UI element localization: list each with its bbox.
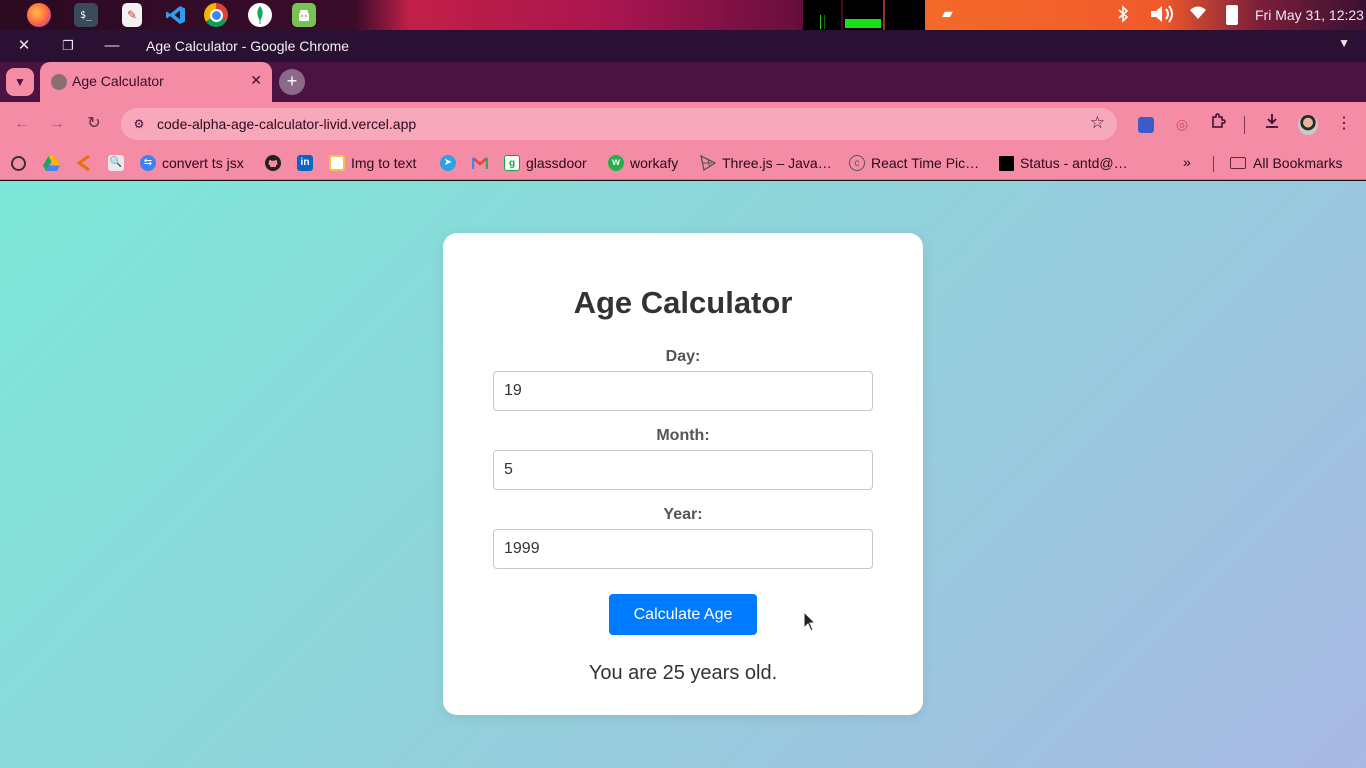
- image-to-text-icon: [329, 155, 345, 171]
- globe-icon: [51, 74, 67, 90]
- bookmarks-bar: 🔍 ⇆ convert ts jsx in Img to text ➤ g gl…: [0, 146, 1366, 180]
- extension-target-icon[interactable]: ◎: [1171, 113, 1193, 135]
- tab-age-calculator[interactable]: Age Calculator ✕: [40, 62, 272, 102]
- reading-list-icon[interactable]: [1135, 113, 1157, 135]
- bookmark-img-to-text[interactable]: Img to text: [329, 152, 416, 174]
- bookmark-gmail[interactable]: [472, 152, 488, 174]
- all-bookmarks-button[interactable]: All Bookmarks: [1230, 152, 1342, 174]
- threejs-icon: [700, 155, 716, 171]
- window-menu-chevron-icon[interactable]: ▼: [1338, 36, 1350, 50]
- profile-avatar[interactable]: [1297, 113, 1319, 136]
- window-titlebar: ✕ ❐ — Age Calculator - Google Chrome ▼: [0, 30, 1366, 62]
- bookmark-openai[interactable]: [11, 152, 26, 174]
- month-label: Month:: [656, 427, 710, 444]
- os-top-panel: $_ ✎ ▰ Fri May 31, 12:23: [0, 0, 1366, 30]
- month-input[interactable]: [493, 450, 873, 490]
- volume-icon[interactable]: [1149, 3, 1177, 30]
- memory-monitor-graph: [843, 0, 883, 30]
- tab-close-icon[interactable]: ✕: [250, 72, 262, 89]
- bookmark-threejs[interactable]: Three.js – Java…: [700, 152, 832, 174]
- day-input[interactable]: [493, 371, 873, 411]
- bookmark-react-time-picker[interactable]: c React Time Pic…: [849, 152, 979, 174]
- transform-icon: ⇆: [140, 155, 156, 171]
- notes-icon[interactable]: ▰: [942, 5, 953, 22]
- download-icon[interactable]: [1261, 113, 1283, 135]
- calculate-age-button[interactable]: Calculate Age: [609, 594, 757, 635]
- bookmark-arrow-icon: [77, 155, 90, 171]
- bookmark-label: Three.js – Java…: [722, 155, 832, 171]
- year-label: Year:: [663, 506, 703, 523]
- bookmark-label: Img to text: [351, 155, 417, 171]
- bookmark-label: Status - antd@…: [1020, 155, 1128, 171]
- chrome-icon[interactable]: [204, 3, 228, 27]
- cpu-monitor-graph: [803, 0, 841, 30]
- tab-strip: ▼ Age Calculator ✕ +: [0, 62, 1366, 102]
- network-monitor-graph: [885, 0, 925, 30]
- openai-icon: [11, 155, 26, 171]
- bookmark-github[interactable]: [265, 152, 281, 174]
- bookmark-workafy[interactable]: w workafy: [608, 152, 678, 174]
- github-icon: [265, 155, 281, 171]
- toolbar-divider: [1244, 116, 1245, 134]
- bookmark-glassdoor[interactable]: g glassdoor: [504, 152, 587, 174]
- bookmark-label: glassdoor: [526, 155, 587, 171]
- page-viewport: Age Calculator Day: Month: Year: Calcula…: [0, 181, 1366, 768]
- copyright-icon: c: [849, 155, 865, 171]
- window-restore-icon[interactable]: ❐: [58, 36, 78, 56]
- gmail-icon: [472, 157, 488, 169]
- back-arrow-icon[interactable]: ←: [11, 113, 33, 135]
- mongodb-compass-icon[interactable]: [248, 3, 272, 27]
- bookmarks-divider: [1213, 156, 1214, 172]
- bookmark-label: convert ts jsx: [162, 155, 244, 171]
- site-info-icon[interactable]: ⚙: [129, 114, 149, 134]
- browser-toolbar: ← → ↻ ⚙ code-alpha-age-calculator-livid.…: [0, 102, 1366, 146]
- terminal-icon[interactable]: $_: [74, 3, 98, 27]
- day-label: Day:: [665, 348, 701, 365]
- more-bookmarks-chevron-icon[interactable]: »: [1183, 154, 1191, 170]
- chrome-menu-icon[interactable]: ⋮: [1333, 113, 1355, 135]
- system-clock[interactable]: Fri May 31, 12:23: [1255, 7, 1364, 23]
- reload-icon[interactable]: ↻: [83, 113, 105, 135]
- bookmark-status-antd[interactable]: Status - antd@…: [999, 152, 1128, 174]
- age-result-text: You are 25 years old.: [588, 662, 778, 684]
- window-title: Age Calculator - Google Chrome: [146, 38, 350, 54]
- bookmark-arrow[interactable]: [77, 152, 91, 174]
- document-viewer-icon[interactable]: ✎: [122, 3, 142, 27]
- page-title: Age Calculator: [573, 285, 793, 320]
- tab-search-chevron-icon[interactable]: ▼: [6, 68, 34, 96]
- window-close-icon[interactable]: ✕: [14, 36, 34, 56]
- all-bookmarks-label: All Bookmarks: [1253, 155, 1343, 171]
- telegram-icon: ➤: [440, 155, 456, 171]
- bookmark-star-icon[interactable]: ☆: [1090, 113, 1105, 133]
- status-icon: [999, 155, 1014, 171]
- tab-title: Age Calculator: [72, 73, 164, 89]
- new-tab-plus-icon[interactable]: +: [279, 69, 305, 95]
- folder-icon: [1230, 157, 1246, 169]
- year-input[interactable]: [493, 529, 873, 569]
- bookmark-linkedin[interactable]: in: [297, 152, 313, 174]
- battery-icon[interactable]: [1226, 5, 1238, 25]
- bookmark-convert-ts-jsx[interactable]: ⇆ convert ts jsx: [140, 152, 244, 174]
- workafy-icon: w: [608, 155, 624, 171]
- vscode-icon[interactable]: [164, 3, 188, 27]
- bluetooth-icon[interactable]: [1117, 5, 1129, 27]
- firefox-icon[interactable]: [27, 3, 51, 27]
- glassdoor-icon: g: [504, 155, 520, 171]
- forward-arrow-icon[interactable]: →: [46, 113, 68, 135]
- address-bar[interactable]: ⚙ code-alpha-age-calculator-livid.vercel…: [121, 108, 1117, 140]
- bookmark-google-drive[interactable]: [43, 152, 60, 174]
- bookmark-search-site[interactable]: 🔍: [108, 152, 124, 174]
- extensions-puzzle-icon[interactable]: [1207, 113, 1229, 135]
- age-calculator-card: Age Calculator Day: Month: Year: Calcula…: [443, 233, 923, 715]
- bookmark-telegram[interactable]: ➤: [440, 152, 456, 174]
- google-drive-icon: [43, 155, 60, 171]
- android-studio-icon[interactable]: [292, 3, 316, 27]
- bookmark-label: React Time Pic…: [871, 155, 980, 171]
- linkedin-icon: in: [297, 155, 313, 171]
- search-site-icon: 🔍: [108, 155, 124, 171]
- url-text[interactable]: code-alpha-age-calculator-livid.vercel.a…: [157, 116, 416, 132]
- wifi-icon[interactable]: [1189, 5, 1207, 25]
- bookmark-label: workafy: [630, 155, 679, 171]
- window-minimize-icon[interactable]: —: [102, 36, 122, 56]
